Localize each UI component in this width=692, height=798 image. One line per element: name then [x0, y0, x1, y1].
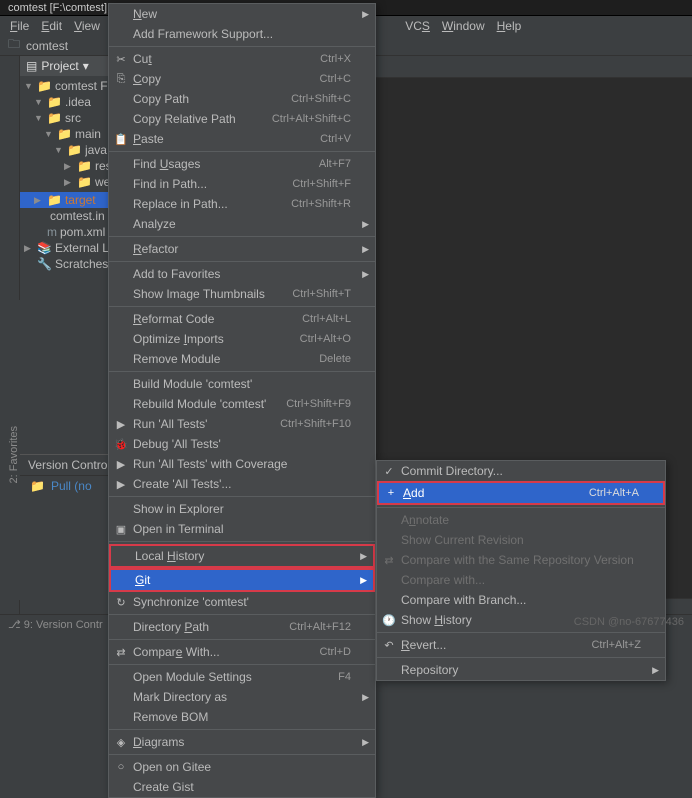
menu-vcs[interactable]: VCS [401, 19, 434, 33]
menu-item[interactable]: +AddCtrl+Alt+A [377, 481, 665, 505]
panel-dropdown-icon[interactable]: ▾ [83, 59, 89, 73]
menu-item[interactable]: Create Gist [109, 777, 375, 797]
folder-icon: 📁 [30, 479, 45, 493]
menu-window[interactable]: Window [438, 19, 489, 33]
menu-item[interactable]: Find in Path...Ctrl+Shift+F [109, 174, 375, 194]
menu-item[interactable]: ◈Diagrams▶ [109, 732, 375, 752]
menu-item[interactable]: Optimize ImportsCtrl+Alt+O [109, 329, 375, 349]
folder-icon: 🗀 [8, 35, 20, 56]
menu-item[interactable]: Copy Relative PathCtrl+Alt+Shift+C [109, 109, 375, 129]
menu-item[interactable]: ⎘CopyCtrl+C [109, 69, 375, 89]
menu-item[interactable]: Find UsagesAlt+F7 [109, 154, 375, 174]
menu-item[interactable]: ▶Run 'All Tests'Ctrl+Shift+F10 [109, 414, 375, 434]
menu-item[interactable]: Open Module SettingsF4 [109, 667, 375, 687]
context-menu[interactable]: New▶Add Framework Support... ✂CutCtrl+X⎘C… [108, 3, 376, 798]
menu-item[interactable]: ▶Create 'All Tests'... [109, 474, 375, 494]
menu-item[interactable]: Show in Explorer [109, 499, 375, 519]
menu-file[interactable]: File [6, 19, 33, 33]
menu-item[interactable]: ○Open on Gitee [109, 757, 375, 777]
menu-item[interactable]: Rebuild Module 'comtest'Ctrl+Shift+F9 [109, 394, 375, 414]
gutter-favorites[interactable]: 2: Favorites [8, 426, 20, 483]
menu-item[interactable]: New▶ [109, 4, 375, 24]
git-submenu[interactable]: ✓Commit Directory...+AddCtrl+Alt+A Annota… [376, 460, 666, 681]
menu-edit[interactable]: Edit [37, 19, 66, 33]
left-gutter-lower: 2: Favorites Web 2: Structure [0, 300, 20, 600]
menu-item[interactable]: Repository▶ [377, 660, 665, 680]
menu-item[interactable]: ⇄Compare with the Same Repository Versio… [377, 550, 665, 570]
menu-item[interactable]: Add to Favorites▶ [109, 264, 375, 284]
menu-item[interactable]: Git▶ [109, 568, 375, 592]
menu-item[interactable]: Reformat CodeCtrl+Alt+L [109, 309, 375, 329]
menu-item[interactable]: Remove ModuleDelete [109, 349, 375, 369]
menu-item[interactable]: Local History▶ [109, 544, 375, 568]
menu-item[interactable]: ↻Synchronize 'comtest' [109, 592, 375, 612]
menu-item[interactable]: Refactor▶ [109, 239, 375, 259]
menu-item[interactable]: Replace in Path...Ctrl+Shift+R [109, 194, 375, 214]
menu-view[interactable]: View [70, 19, 104, 33]
menu-item[interactable]: Compare with Branch... [377, 590, 665, 610]
menu-item[interactable]: ▶Run 'All Tests' with Coverage [109, 454, 375, 474]
menu-item[interactable]: Show Current Revision [377, 530, 665, 550]
watermark: CSDN @no-67677436 [574, 616, 684, 628]
menu-item[interactable]: ✓Commit Directory... [377, 461, 665, 481]
menu-item[interactable]: 🐞Debug 'All Tests' [109, 434, 375, 454]
menu-item[interactable]: Directory PathCtrl+Alt+F12 [109, 617, 375, 637]
menu-item[interactable]: ▣Open in Terminal [109, 519, 375, 539]
menu-item[interactable]: Build Module 'comtest' [109, 374, 375, 394]
menu-help[interactable]: Help [493, 19, 526, 33]
menu-item[interactable]: Show Image ThumbnailsCtrl+Shift+T [109, 284, 375, 304]
menu-item[interactable]: Compare with... [377, 570, 665, 590]
statusbar-text[interactable]: ⎇ 9: Version Contr [8, 618, 103, 631]
menu-item[interactable]: Add Framework Support... [109, 24, 375, 44]
menu-item[interactable]: ↶Revert...Ctrl+Alt+Z [377, 635, 665, 655]
menu-item[interactable]: Analyze▶ [109, 214, 375, 234]
panel-title: Project [41, 59, 78, 73]
menu-item[interactable]: ⇄Compare With...Ctrl+D [109, 642, 375, 662]
menu-item[interactable]: Mark Directory as▶ [109, 687, 375, 707]
breadcrumb-text: comtest [26, 39, 68, 53]
menu-item[interactable]: Annotate [377, 510, 665, 530]
panel-icon: ▤ [26, 59, 37, 73]
menu-item[interactable]: Remove BOM [109, 707, 375, 727]
menu-item[interactable]: 📋PasteCtrl+V [109, 129, 375, 149]
menu-item[interactable]: ✂CutCtrl+X [109, 49, 375, 69]
menu-item[interactable]: Copy PathCtrl+Shift+C [109, 89, 375, 109]
